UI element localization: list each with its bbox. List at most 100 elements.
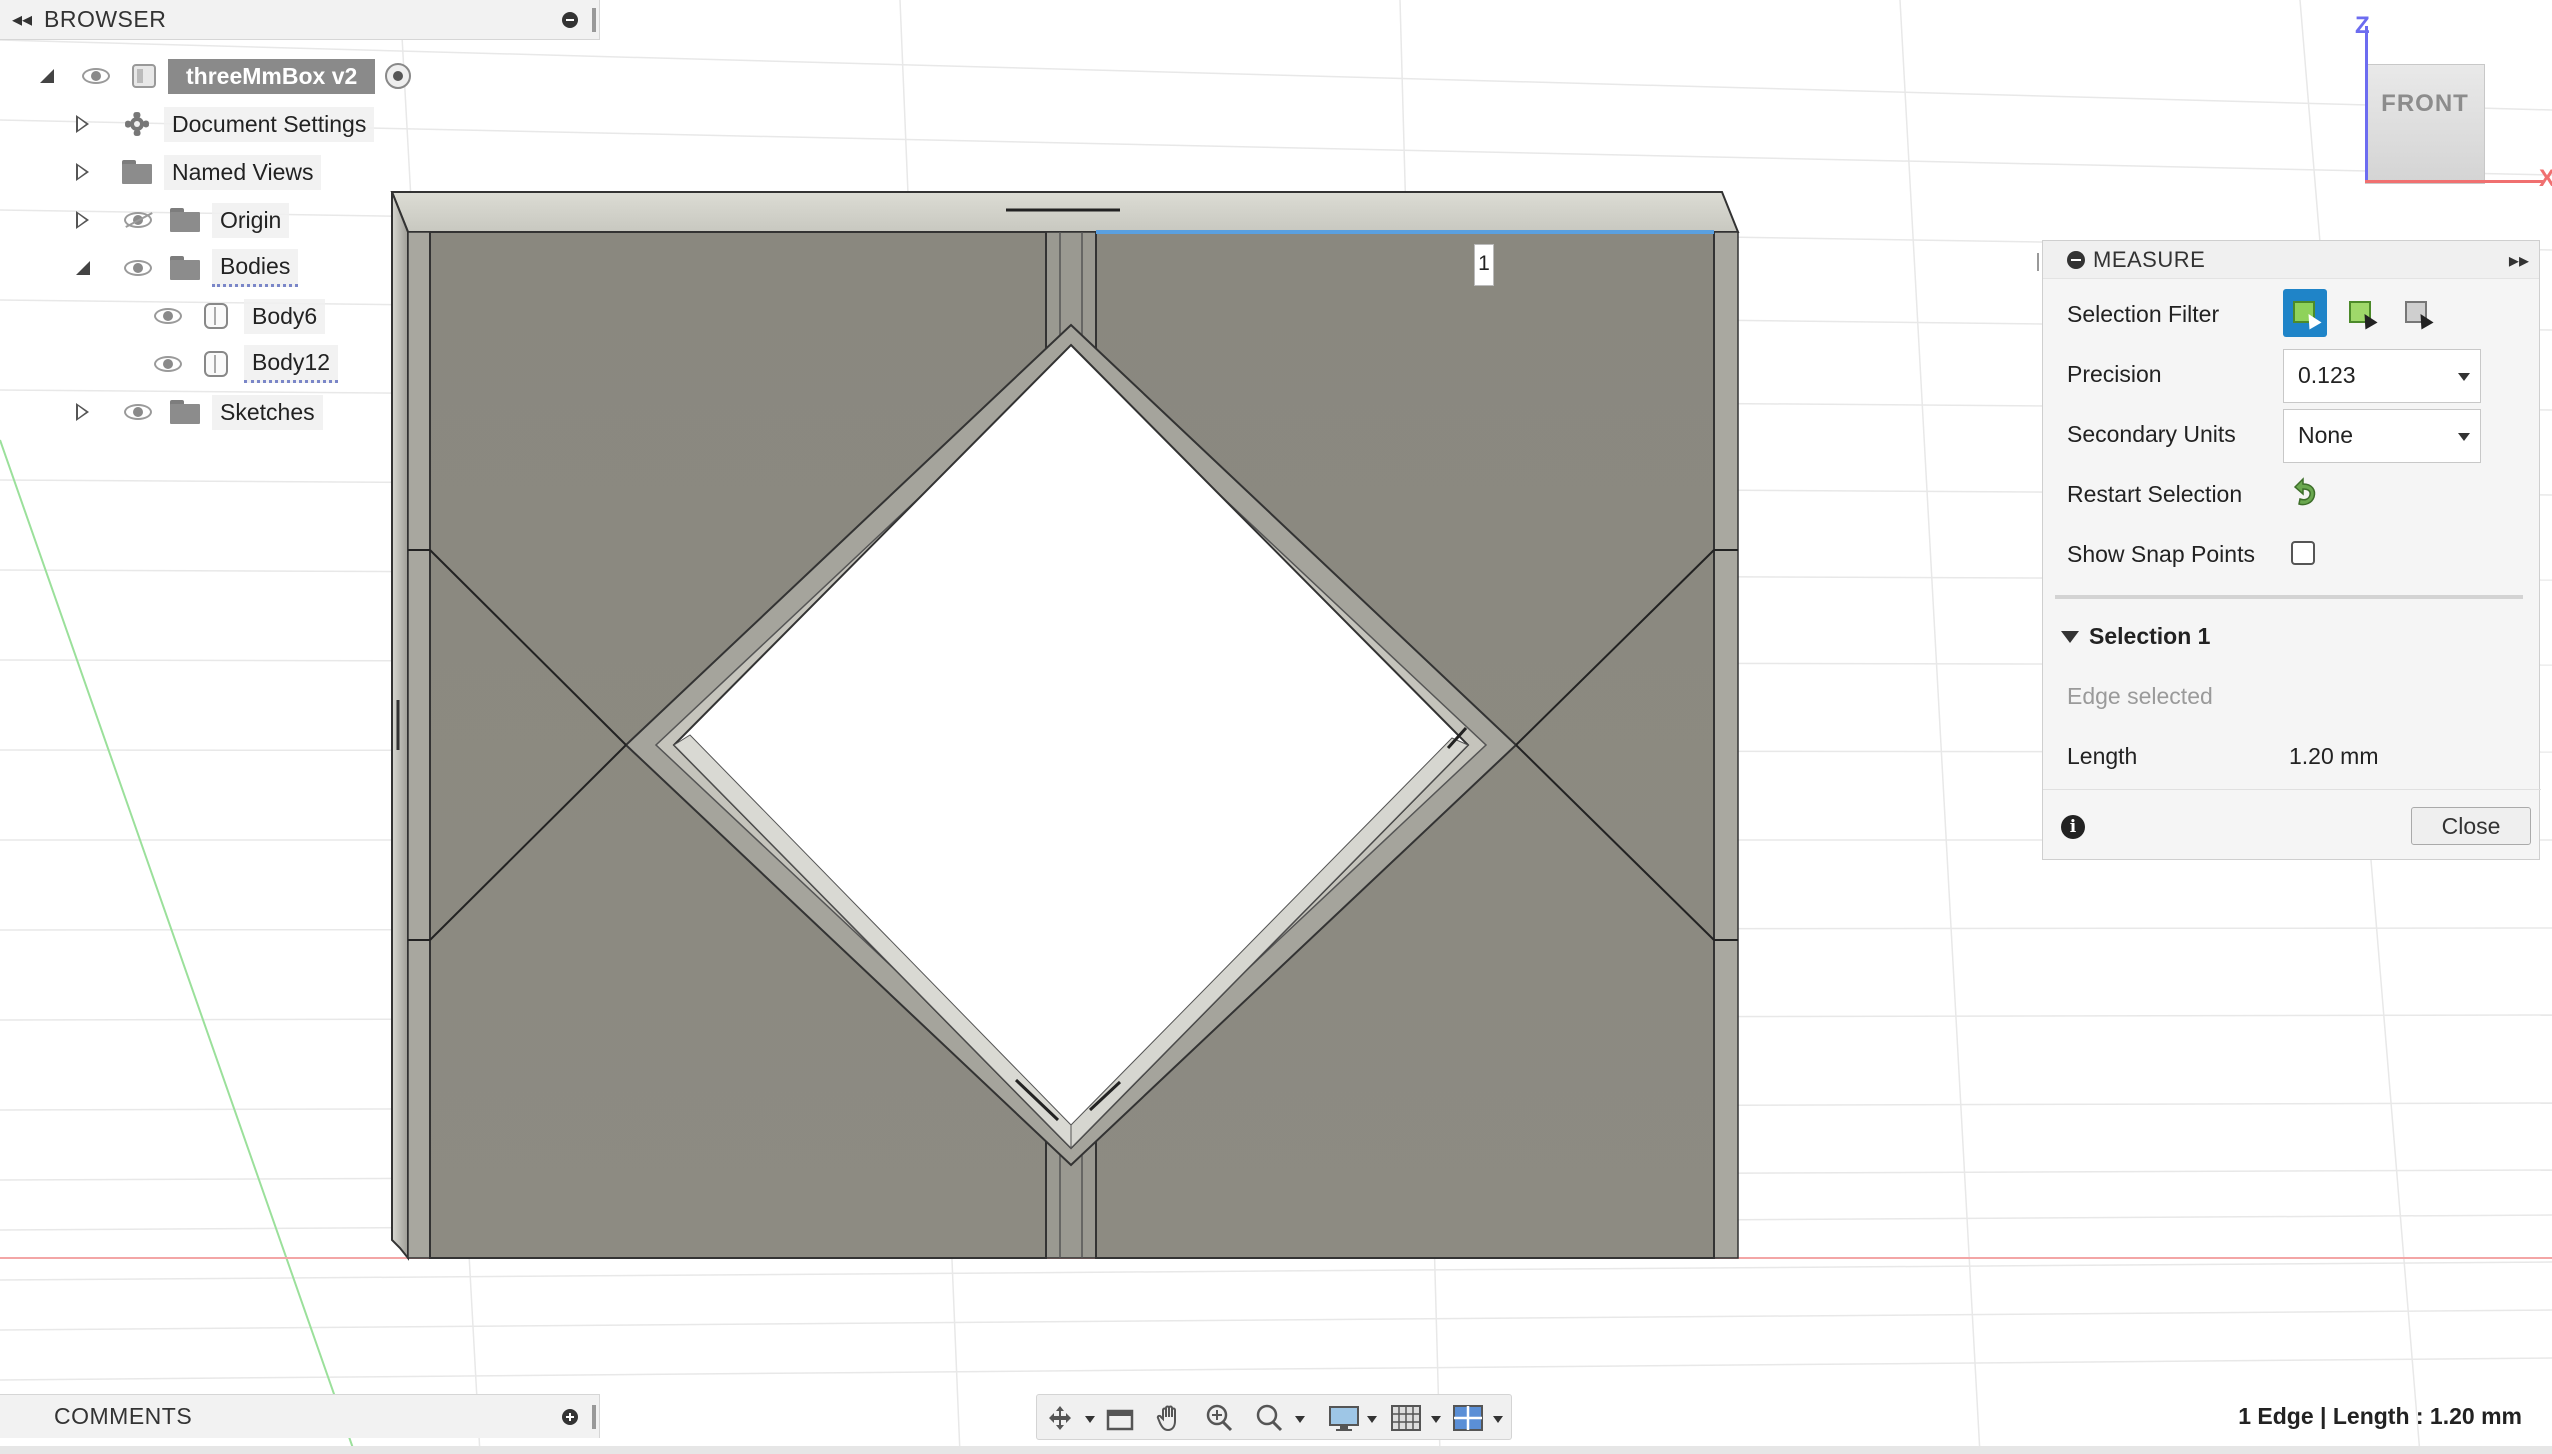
expand-arrow-icon[interactable] <box>74 402 94 422</box>
precision-label: Precision <box>2067 361 2162 387</box>
tree-item-label[interactable]: Named Views <box>164 154 322 190</box>
y-axis-line <box>0 439 356 1454</box>
axis-x-label: X <box>2539 165 2552 192</box>
edge-selected-text: Edge selected <box>2067 683 2213 709</box>
selection-1-header[interactable]: Selection 1 <box>2089 623 2210 650</box>
view-cube-face-label: FRONT <box>2381 90 2469 117</box>
tree-item-sketches[interactable]: Sketches <box>74 392 323 432</box>
view-cube-x-axis <box>2365 180 2543 183</box>
tree-item-document-settings[interactable]: Document Settings <box>74 104 375 144</box>
expand-arrow-icon[interactable] <box>74 114 94 134</box>
tree-item-bodies[interactable]: Bodies <box>74 248 299 288</box>
chevron-down-icon[interactable] <box>1085 1416 1095 1423</box>
tree-item-named-views[interactable]: Named Views <box>74 152 322 192</box>
show-snap-points-label: Show Snap Points <box>2067 541 2255 567</box>
close-button[interactable]: Close <box>2411 807 2531 845</box>
view-cube[interactable]: FRONT Z X <box>2355 12 2552 192</box>
measure-minimize-icon[interactable] <box>2067 250 2085 269</box>
visibility-eye-icon[interactable] <box>152 353 184 375</box>
secondary-units-label: Secondary Units <box>2067 421 2236 447</box>
measure-title: MEASURE <box>2093 246 2206 272</box>
folder-icon <box>170 208 200 232</box>
grid-settings-icon[interactable] <box>1389 1403 1423 1433</box>
zoom-icon[interactable] <box>1203 1403 1237 1433</box>
fit-zoom-icon[interactable] <box>1253 1403 1287 1433</box>
info-icon[interactable]: i <box>2061 815 2085 839</box>
comments-resize-grip[interactable] <box>592 1405 596 1429</box>
browser-title: BROWSER <box>44 6 167 32</box>
tree-root[interactable]: threeMmBox v2 <box>38 56 412 96</box>
bottom-strip <box>0 1446 2552 1454</box>
restart-arrow-icon[interactable] <box>2285 475 2321 511</box>
hidden-eye-icon[interactable] <box>122 209 154 231</box>
view-cube-front-face[interactable]: FRONT <box>2365 64 2485 184</box>
browser-header: ◂◂ BROWSER <box>0 0 600 40</box>
secondary-units-value: None <box>2298 422 2353 448</box>
tree-item-label[interactable]: Document Settings <box>164 106 375 142</box>
selection-marker-label: 1 <box>1478 252 1490 275</box>
section-collapse-icon[interactable] <box>2061 631 2079 643</box>
folder-icon <box>122 160 152 184</box>
browser-resize-grip[interactable] <box>592 8 596 32</box>
chevron-down-icon[interactable] <box>1295 1416 1305 1423</box>
activate-radio-icon[interactable] <box>385 63 412 89</box>
chevron-down-icon <box>2458 373 2470 381</box>
tree-item-body6[interactable]: Body6 <box>152 296 326 336</box>
expand-arrow-icon[interactable] <box>74 210 94 230</box>
measure-header: MEASURE ▸▸ <box>2043 241 2539 279</box>
visibility-eye-icon[interactable] <box>80 65 112 87</box>
browser-minimize-icon[interactable] <box>562 12 578 28</box>
selection-filter-label: Selection Filter <box>2067 301 2220 327</box>
chevron-down-icon <box>2458 433 2470 441</box>
folder-icon <box>170 256 200 280</box>
expand-arrow-icon[interactable] <box>74 162 94 182</box>
view-cube-z-axis <box>2365 26 2368 182</box>
secondary-units-select[interactable]: None <box>2283 409 2481 463</box>
visibility-eye-icon[interactable] <box>122 401 154 423</box>
collapse-arrow-icon[interactable] <box>74 258 94 278</box>
precision-select[interactable]: 0.123 <box>2283 349 2481 403</box>
add-comment-icon[interactable] <box>562 1409 578 1425</box>
tree-item-origin[interactable]: Origin <box>74 200 290 240</box>
status-bar-text: 1 Edge | Length : 1.20 mm <box>2238 1403 2522 1429</box>
measure-dialog: MEASURE ▸▸ Selection Filter Precision 0.… <box>2037 240 2541 860</box>
tree-item-label[interactable]: Bodies <box>212 249 299 287</box>
model-body <box>390 191 1740 1261</box>
expand-panel-icon[interactable]: ▸▸ <box>2509 248 2529 273</box>
show-snap-points-checkbox[interactable] <box>2291 541 2315 565</box>
component-icon <box>130 62 158 90</box>
visibility-eye-icon[interactable] <box>152 305 184 327</box>
filter-face-button[interactable] <box>2283 289 2327 337</box>
comments-title: COMMENTS <box>54 1403 193 1429</box>
tree-item-label[interactable]: Origin <box>212 202 290 238</box>
visibility-eye-icon[interactable] <box>122 257 154 279</box>
section-divider <box>2055 595 2523 599</box>
body-icon <box>202 351 230 377</box>
display-settings-icon[interactable] <box>1327 1403 1361 1433</box>
chevron-down-icon[interactable] <box>1431 1416 1441 1423</box>
precision-value: 0.123 <box>2298 362 2356 388</box>
viewports-icon[interactable] <box>1451 1403 1485 1433</box>
pan-hand-icon[interactable] <box>1153 1403 1187 1433</box>
navigation-toolbar <box>1036 1394 1512 1440</box>
filter-edge-button[interactable] <box>2339 289 2383 337</box>
chevron-down-icon[interactable] <box>1367 1416 1377 1423</box>
tree-item-label[interactable]: Sketches <box>212 394 323 430</box>
chevron-down-icon[interactable] <box>1493 1416 1503 1423</box>
root-component-label[interactable]: threeMmBox v2 <box>168 58 376 94</box>
comments-panel: COMMENTS <box>0 1394 600 1438</box>
tree-item-label[interactable]: Body6 <box>244 298 326 334</box>
restart-selection-label: Restart Selection <box>2067 481 2243 507</box>
tree-item-body12[interactable]: Body12 <box>152 344 339 384</box>
measure-drag-grip[interactable] <box>2037 253 2041 271</box>
orbit-icon[interactable] <box>1043 1403 1077 1433</box>
length-label: Length <box>2067 743 2138 769</box>
collapse-browser-icon[interactable]: ◂◂ <box>0 7 44 32</box>
tree-item-label[interactable]: Body12 <box>244 345 339 383</box>
footer-divider <box>2043 789 2541 790</box>
filter-body-button[interactable] <box>2395 289 2439 337</box>
length-value: 1.20 mm <box>2289 743 2379 769</box>
folder-icon <box>170 400 200 424</box>
collapse-arrow-icon[interactable] <box>38 67 56 85</box>
look-at-icon[interactable] <box>1103 1403 1137 1433</box>
